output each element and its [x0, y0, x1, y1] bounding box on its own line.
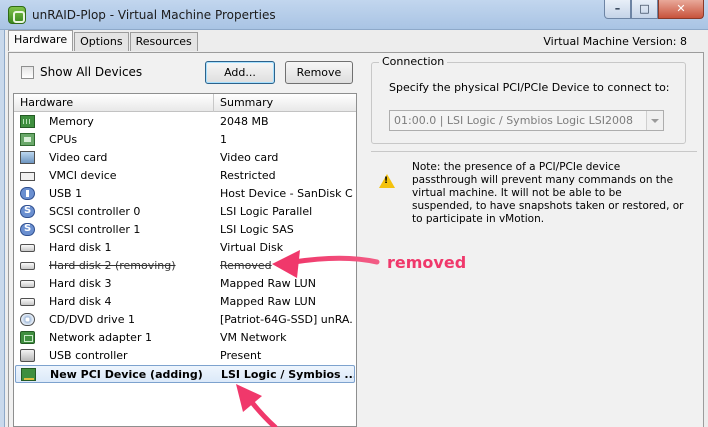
hard-disk-icon [20, 280, 35, 288]
show-all-devices-label[interactable]: Show All Devices [40, 65, 142, 79]
show-all-devices-checkbox[interactable] [21, 66, 34, 79]
device-summary: Video card [220, 151, 279, 164]
device-summary: 1 [220, 133, 227, 146]
close-icon: ✕ [676, 2, 686, 15]
tab-resources[interactable]: Resources [129, 32, 198, 51]
window-controls: – □ ✕ [604, 0, 704, 20]
separator [371, 151, 697, 152]
device-name: Hard disk 4 [49, 295, 112, 308]
device-summary: LSI Logic / Symbios ... [221, 368, 354, 381]
connection-description: Specify the physical PCI/PCIe Device to … [389, 81, 670, 94]
device-name: CPUs [49, 133, 78, 146]
device-row-cpus[interactable]: CPUs 1 [15, 131, 355, 149]
video-card-icon [20, 151, 35, 164]
device-row-vmci[interactable]: VMCI device Restricted [15, 167, 355, 185]
device-name: CD/DVD drive 1 [49, 313, 135, 326]
device-row-scsi-controller-0[interactable]: SCSI controller 0 LSI Logic Parallel [15, 203, 355, 221]
device-row-video-card[interactable]: Video card Video card [15, 149, 355, 167]
device-name: Video card [49, 151, 108, 164]
tab-options[interactable]: Options [74, 32, 129, 51]
device-summary: LSI Logic SAS [220, 223, 294, 236]
device-summary: Mapped Raw LUN [220, 295, 316, 308]
device-name: USB 1 [49, 187, 83, 200]
network-adapter-icon [20, 331, 35, 344]
maximize-button[interactable]: □ [631, 0, 658, 19]
close-button[interactable]: ✕ [658, 0, 704, 19]
device-name: Hard disk 1 [49, 241, 112, 254]
pci-device-icon [21, 368, 36, 381]
list-header: Hardware Summary [14, 94, 356, 112]
connection-group-title: Connection [379, 55, 448, 68]
hardware-device-list[interactable]: Hardware Summary Memory 2048 MB CPUs 1 V… [13, 93, 357, 427]
cpu-icon [20, 133, 35, 146]
device-summary: LSI Logic Parallel [220, 205, 313, 218]
hard-disk-icon [20, 262, 35, 270]
device-row-hard-disk-1[interactable]: Hard disk 1 Virtual Disk [15, 239, 355, 257]
column-divider[interactable] [213, 94, 214, 112]
device-row-cd-dvd-drive-1[interactable]: CD/DVD drive 1 [Patriot-64G-SSD] unRA... [15, 311, 355, 329]
pci-device-select[interactable]: 01:00.0 | LSI Logic / Symbios Logic LSI2… [389, 110, 664, 131]
add-device-button[interactable]: Add... [205, 61, 275, 84]
vm-version-label: Virtual Machine Version: 8 [543, 35, 687, 48]
device-row-usb-controller[interactable]: USB controller Present [15, 347, 355, 365]
scsi-icon [20, 205, 35, 218]
device-row-hard-disk-3[interactable]: Hard disk 3 Mapped Raw LUN [15, 275, 355, 293]
scsi-icon [20, 223, 35, 236]
device-row-hard-disk-4[interactable]: Hard disk 4 Mapped Raw LUN [15, 293, 355, 311]
window-title: unRAID-Plop - Virtual Machine Properties [32, 8, 276, 22]
hard-disk-icon [20, 244, 35, 252]
device-name: VMCI device [49, 169, 117, 182]
connection-group [371, 62, 686, 144]
vsphere-app-icon [8, 6, 26, 24]
minimize-button[interactable]: – [604, 0, 631, 19]
device-row-hard-disk-2-removing[interactable]: Hard disk 2 (removing) Removed [15, 257, 355, 275]
device-summary: 2048 MB [220, 115, 269, 128]
removed-annotation-label: removed [387, 253, 467, 272]
warning-icon-mark: ! [384, 176, 389, 186]
device-name: Network adapter 1 [49, 331, 152, 344]
device-name: Hard disk 2 (removing) [49, 259, 176, 272]
device-summary: VM Network [220, 331, 287, 344]
device-name: Memory [49, 115, 94, 128]
maximize-icon: □ [639, 2, 650, 15]
tab-bar: Hardware Options Resources [8, 30, 199, 52]
device-summary: Restricted [220, 169, 276, 182]
device-summary: [Patriot-64G-SSD] unRA... [220, 313, 353, 326]
column-header-summary[interactable]: Summary [220, 96, 273, 109]
chevron-down-icon[interactable] [646, 111, 663, 130]
device-summary: Removed [220, 259, 272, 272]
memory-icon [20, 115, 35, 128]
vmci-icon [20, 172, 35, 181]
passthrough-note-text: Note: the presence of a PCI/PCIe device … [412, 161, 684, 225]
device-name: SCSI controller 0 [49, 205, 141, 218]
device-summary: Present [220, 349, 262, 362]
device-row-memory[interactable]: Memory 2048 MB [15, 113, 355, 131]
minimize-icon: – [614, 2, 621, 15]
column-header-hardware[interactable]: Hardware [20, 96, 73, 109]
device-summary: Host Device - SanDisk C... [220, 187, 353, 200]
tab-hardware[interactable]: Hardware [8, 30, 74, 51]
passthrough-note: Note: the presence of a PCI/PCIe device … [412, 161, 684, 226]
usb-controller-icon [20, 349, 35, 362]
usb-icon [20, 187, 35, 200]
device-summary: Virtual Disk [220, 241, 284, 254]
remove-device-button[interactable]: Remove [285, 61, 353, 84]
device-name: USB controller [49, 349, 128, 362]
device-name: New PCI Device (adding) [50, 368, 203, 381]
device-name: SCSI controller 1 [49, 223, 141, 236]
hard-disk-icon [20, 298, 35, 306]
device-row-scsi-controller-1[interactable]: SCSI controller 1 LSI Logic SAS [15, 221, 355, 239]
pci-device-select-value: 01:00.0 | LSI Logic / Symbios Logic LSI2… [394, 114, 633, 127]
device-row-new-pci-device[interactable]: New PCI Device (adding) LSI Logic / Symb… [15, 365, 355, 383]
device-row-network-adapter-1[interactable]: Network adapter 1 VM Network [15, 329, 355, 347]
device-row-usb-1[interactable]: USB 1 Host Device - SanDisk C... [15, 185, 355, 203]
device-summary: Mapped Raw LUN [220, 277, 316, 290]
title-bar: unRAID-Plop - Virtual Machine Properties… [0, 0, 708, 30]
cd-dvd-icon [20, 313, 35, 326]
device-name: Hard disk 3 [49, 277, 112, 290]
